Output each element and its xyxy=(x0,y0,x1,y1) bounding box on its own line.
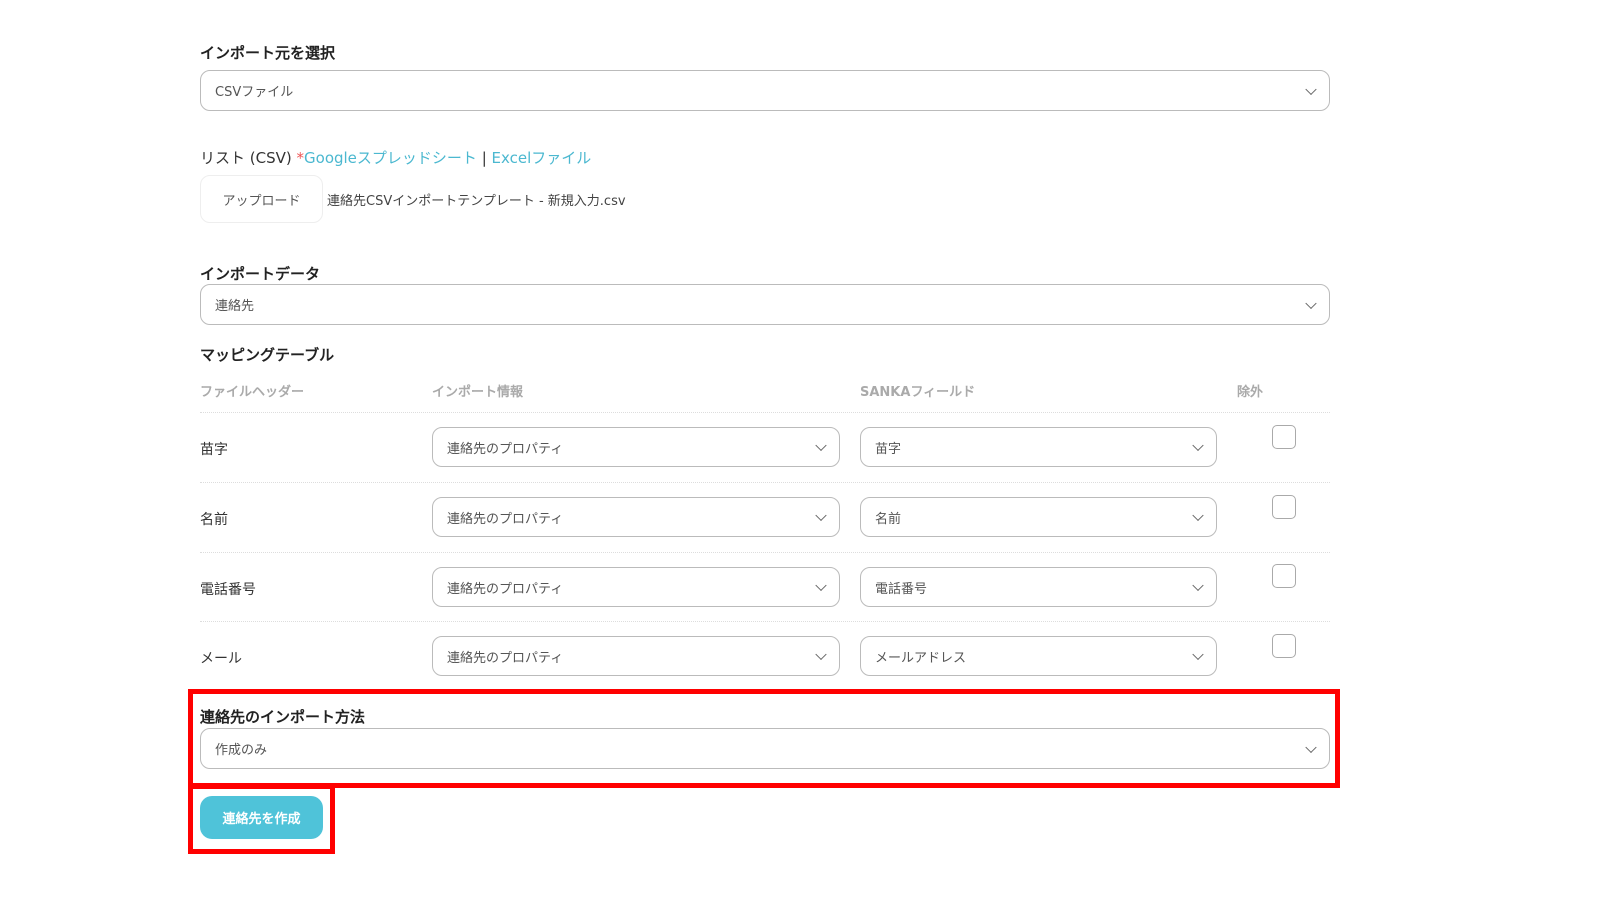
import-data-value: 連絡先 xyxy=(215,299,255,314)
source-select[interactable]: CSVファイル xyxy=(200,70,1330,111)
divider xyxy=(200,412,1330,413)
row-header: 名前 xyxy=(200,512,228,528)
chevron-down-icon xyxy=(1305,83,1317,95)
field-select[interactable]: 苗字 xyxy=(860,427,1217,467)
chevron-down-icon xyxy=(1192,509,1204,522)
chevron-down-icon xyxy=(815,579,827,592)
select-value: メールアドレス xyxy=(875,650,967,666)
divider xyxy=(200,552,1330,553)
chevron-down-icon xyxy=(815,439,827,452)
col-header-exclude: 除外 xyxy=(1237,385,1264,400)
field-select[interactable]: 電話番号 xyxy=(860,567,1217,607)
col-header-field: SANKAフィールド xyxy=(860,385,976,400)
import-data-label: インポートデータ xyxy=(200,265,321,283)
row-header: メール xyxy=(200,651,242,667)
source-value: CSVファイル xyxy=(215,85,294,100)
select-value: 連絡先のプロパティ xyxy=(447,441,564,457)
select-value: 電話番号 xyxy=(875,581,928,597)
divider xyxy=(200,482,1330,483)
upload-button[interactable]: アップロード xyxy=(200,175,323,223)
list-label: リスト (CSV) xyxy=(200,149,292,167)
col-header-import-info: インポート情報 xyxy=(432,385,524,400)
google-sheet-link[interactable]: Googleスプレッドシート xyxy=(304,149,477,167)
select-value: 連絡先のプロパティ xyxy=(447,511,564,527)
exclude-checkbox[interactable] xyxy=(1272,495,1296,519)
highlight-box xyxy=(188,689,1340,788)
exclude-checkbox[interactable] xyxy=(1272,634,1296,658)
link-separator: | xyxy=(481,149,487,167)
exclude-checkbox[interactable] xyxy=(1272,564,1296,588)
chevron-down-icon xyxy=(1192,579,1204,592)
import-info-select[interactable]: 連絡先のプロパティ xyxy=(432,497,840,537)
field-select[interactable]: 名前 xyxy=(860,497,1217,537)
source-label: インポート元を選択 xyxy=(200,44,336,62)
field-select[interactable]: メールアドレス xyxy=(860,636,1217,676)
import-info-select[interactable]: 連絡先のプロパティ xyxy=(432,567,840,607)
import-info-select[interactable]: 連絡先のプロパティ xyxy=(432,636,840,676)
select-value: 名前 xyxy=(875,511,902,527)
chevron-down-icon xyxy=(1192,439,1204,452)
required-asterisk: * xyxy=(296,149,305,167)
excel-link[interactable]: Excelファイル xyxy=(492,149,592,167)
row-header: 苗字 xyxy=(200,442,228,458)
chevron-down-icon xyxy=(815,509,827,522)
chevron-down-icon xyxy=(1305,297,1317,309)
highlight-box xyxy=(188,784,335,854)
chevron-down-icon xyxy=(1192,648,1204,661)
divider xyxy=(200,621,1330,622)
import-data-select[interactable]: 連絡先 xyxy=(200,284,1330,325)
list-row: リスト (CSV) *Googleスプレッドシート | Excelファイル xyxy=(200,147,591,168)
select-value: 連絡先のプロパティ xyxy=(447,581,564,597)
mapping-title: マッピングテーブル xyxy=(200,346,335,364)
select-value: 苗字 xyxy=(875,441,902,457)
chevron-down-icon xyxy=(815,648,827,661)
exclude-checkbox[interactable] xyxy=(1272,425,1296,449)
select-value: 連絡先のプロパティ xyxy=(447,650,564,666)
import-info-select[interactable]: 連絡先のプロパティ xyxy=(432,427,840,467)
row-header: 電話番号 xyxy=(200,582,256,598)
file-name: 連絡先CSVインポートテンプレート - 新規入力.csv xyxy=(327,194,626,209)
col-header-file: ファイルヘッダー xyxy=(200,385,305,400)
